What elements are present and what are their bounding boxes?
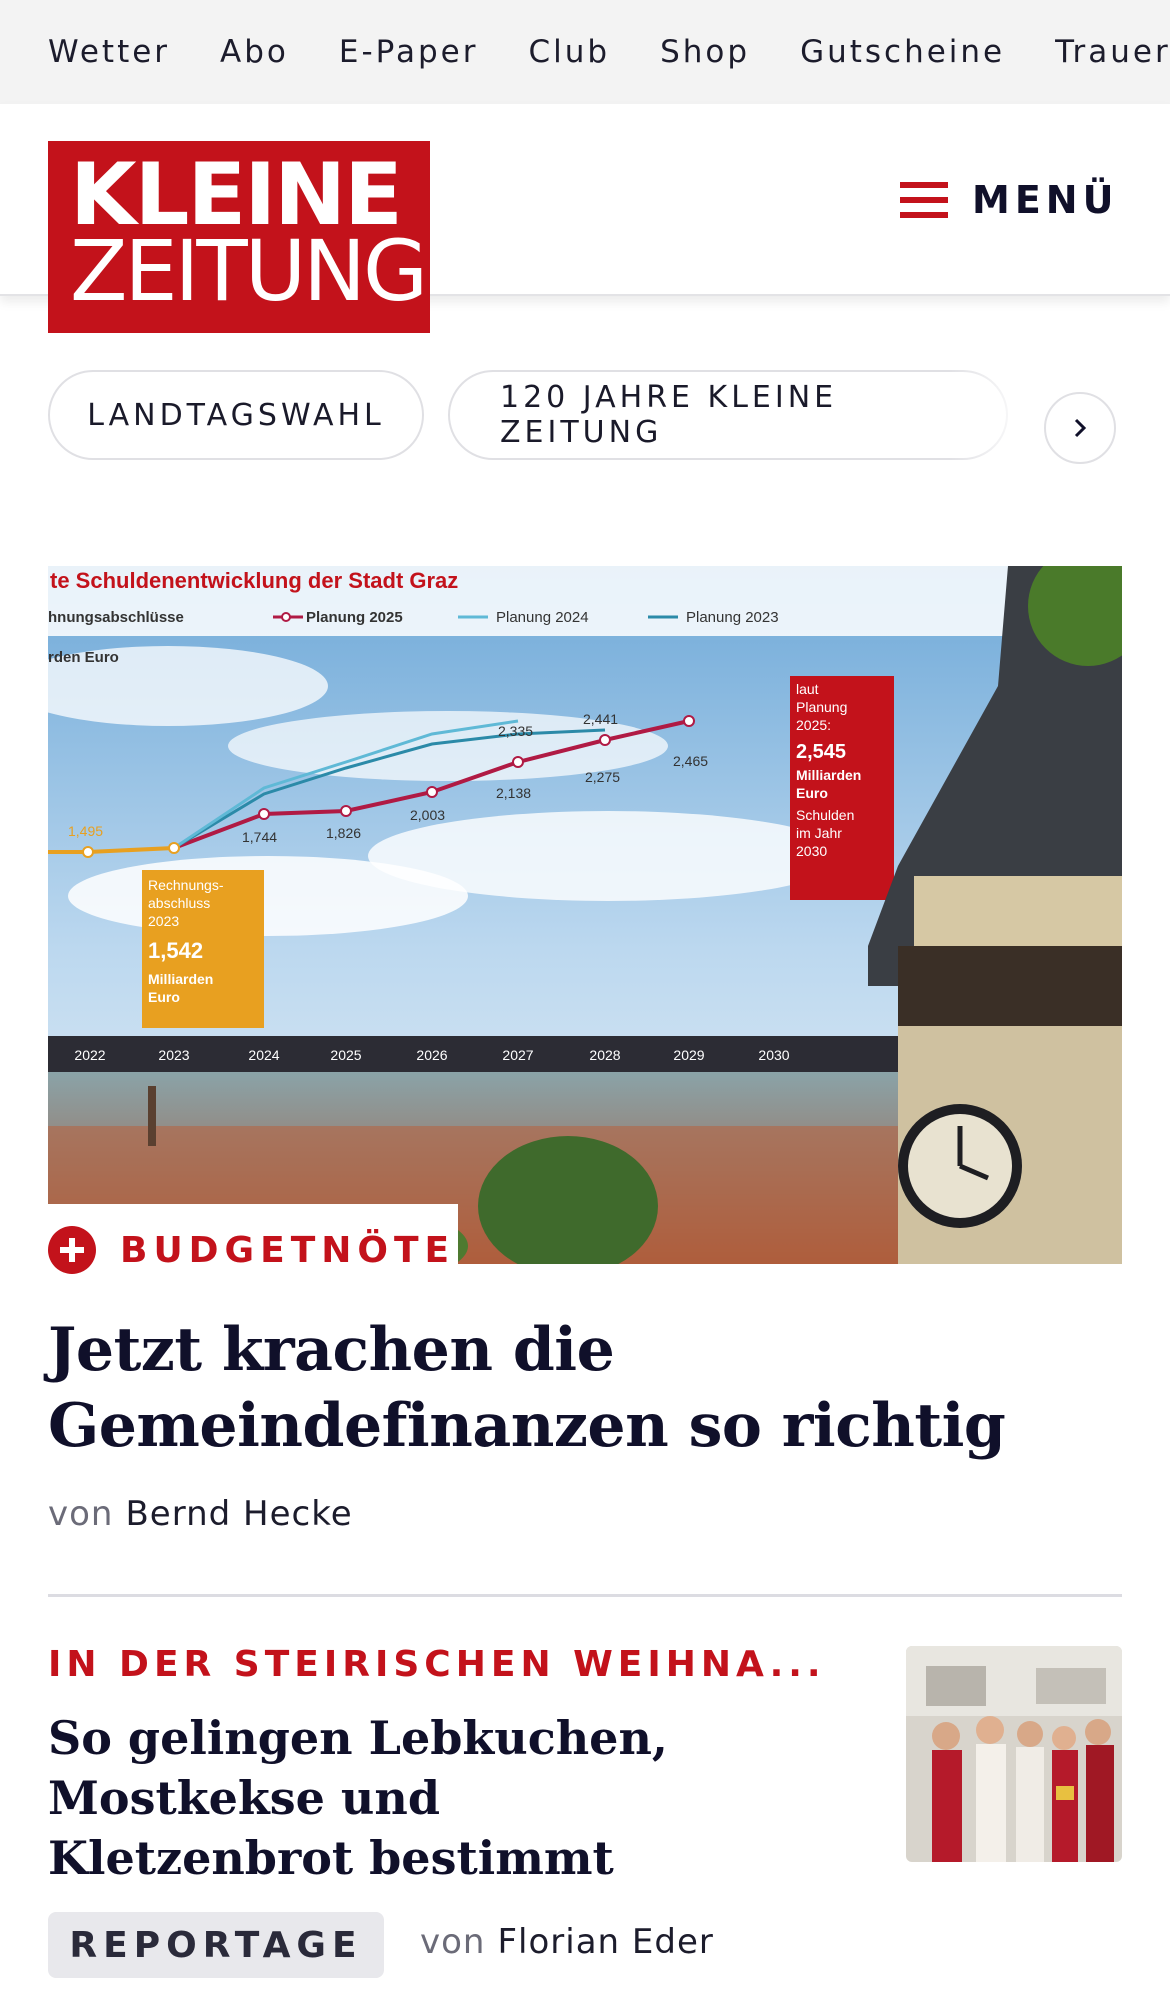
article2-kicker[interactable]: IN DER STEIRISCHEN WEIHNA... (48, 1644, 826, 1685)
top-nav-item-trauer[interactable]: Trauerp (1055, 34, 1170, 70)
logo-line-2: ZEITUNG (70, 222, 428, 320)
graphic-value-2027: 2,138 (496, 785, 531, 801)
axis-year-2026: 2026 (416, 1047, 447, 1063)
box-left-line-3: 1,542 (148, 938, 203, 963)
chip-120-jahre[interactable]: 120 JAHRE KLEINE ZEITUNG (448, 370, 1008, 460)
axis-year-2028: 2028 (589, 1047, 620, 1063)
site-header: KLEINE ZEITUNG MENÜ (0, 104, 1170, 333)
axis-year-2029: 2029 (673, 1047, 704, 1063)
article2-thumbnail[interactable] (906, 1646, 1122, 1862)
axis-year-2025: 2025 (330, 1047, 361, 1063)
reportage-badge: REPORTAGE (48, 1912, 384, 1978)
box-right-line-7: im Jahr (796, 825, 842, 841)
menu-button[interactable]: MENÜ (900, 164, 1118, 236)
article-divider (48, 1594, 1122, 1597)
hamburger-icon (900, 182, 948, 218)
top-nav-item-epaper[interactable]: E-Paper (339, 34, 479, 70)
axis-year-2023: 2023 (158, 1047, 189, 1063)
box-right-line-8: 2030 (796, 843, 827, 859)
article2-byline: von Florian Eder (420, 1922, 714, 1962)
top-nav-item-gutscheine[interactable]: Gutscheine (800, 34, 1005, 70)
topic-chips: LANDTAGSWAHL 120 JAHRE KLEINE ZEITUNG (48, 368, 1128, 464)
hero-kicker-label: BUDGETNÖTE (120, 1229, 456, 1271)
box-left-line-5: Euro (148, 989, 180, 1005)
axis-year-2022: 2022 (74, 1047, 105, 1063)
top-nav-item-wetter[interactable]: Wetter (48, 34, 170, 70)
graphic-value-2027-2024: 2,335 (498, 723, 533, 739)
article2-headline-line-2: Mostkekse und (48, 1771, 440, 1825)
site-logo[interactable]: KLEINE ZEITUNG (48, 141, 430, 333)
box-right-line-5: Euro (796, 785, 828, 801)
box-right-line-3: 2,545 (796, 741, 846, 763)
chevron-right-icon (1074, 418, 1087, 438)
top-nav-item-club[interactable]: Club (528, 34, 610, 70)
graphic-value-2022: 1,495 (68, 823, 103, 839)
box-left-line-2: 2023 (148, 913, 179, 929)
article2-headline[interactable]: So gelingen Lebkuchen, Mostkekse und Kle… (48, 1708, 868, 1888)
axis-year-2030: 2030 (758, 1047, 789, 1063)
hero-image[interactable]: te Schuldenentwicklung der Stadt Graz hn… (48, 566, 1122, 1264)
graphic-value-2024: 1,744 (242, 829, 277, 845)
top-navigation: Wetter Abo E-Paper Club Shop Gutscheine … (0, 0, 1170, 104)
graphic-value-2025: 1,826 (326, 825, 361, 841)
hero-headline[interactable]: Jetzt krachen die Gemeindefinanzen so ri… (48, 1312, 1122, 1464)
hero-author[interactable]: Bernd Hecke (125, 1494, 352, 1534)
axis-year-2024: 2024 (248, 1047, 279, 1063)
graphic-value-2026: 2,003 (410, 807, 445, 823)
graphic-legend-3: Planung 2023 (686, 609, 779, 626)
graphic-value-2028: 2,275 (585, 769, 620, 785)
box-right-line-0: laut (796, 681, 819, 697)
graphic-legend-1: Planung 2025 (306, 609, 403, 626)
box-left-line-4: Milliarden (148, 971, 213, 987)
hero-headline-line-2: Gemeindefinanzen so richtig (48, 1391, 1006, 1461)
chips-next-button[interactable] (1044, 392, 1116, 464)
graphic-value-2028-2024: 2,441 (583, 711, 618, 727)
box-right-line-1: Planung (796, 699, 847, 715)
top-nav-item-abo[interactable]: Abo (220, 34, 289, 70)
graphic-unit: rden Euro (48, 649, 119, 666)
article2-author[interactable]: Florian Eder (497, 1922, 713, 1962)
menu-label: MENÜ (972, 178, 1119, 222)
top-nav-item-shop[interactable]: Shop (660, 34, 750, 70)
box-right-line-6: Schulden (796, 807, 854, 823)
box-right-line-2: 2025: (796, 717, 831, 733)
article2-headline-line-1: So gelingen Lebkuchen, (48, 1711, 668, 1765)
hero-kicker[interactable]: BUDGETNÖTE (48, 1204, 458, 1296)
axis-year-2027: 2027 (502, 1047, 533, 1063)
hero-headline-line-1: Jetzt krachen die (48, 1315, 615, 1385)
article2-byline-prefix: von (420, 1922, 486, 1962)
chip-landtagswahl[interactable]: LANDTAGSWAHL (48, 370, 424, 460)
graphic-legend-0: hnungsabschlüsse (48, 609, 184, 626)
box-left-line-1: abschluss (148, 895, 210, 911)
graphic-value-2029: 2,465 (673, 753, 708, 769)
box-right-line-4: Milliarden (796, 767, 861, 783)
graphic-title: te Schuldenentwicklung der Stadt Graz (50, 568, 458, 593)
top-nav-list: Wetter Abo E-Paper Club Shop Gutscheine … (48, 0, 1170, 104)
article2-headline-line-3: Kletzenbrot bestimmt (48, 1831, 614, 1885)
graphic-legend-2: Planung 2024 (496, 609, 589, 626)
box-left-line-0: Rechnungs- (148, 877, 224, 893)
byline-prefix: von (48, 1494, 114, 1534)
hero-byline: von Bernd Hecke (48, 1494, 353, 1534)
plus-icon (48, 1226, 96, 1274)
